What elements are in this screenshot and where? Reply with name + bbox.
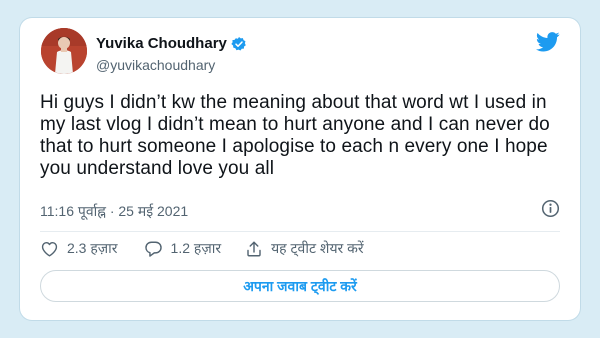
author-handle[interactable]: @yuvikachoudhary — [96, 57, 215, 73]
tweet-card: Yuvika Choudhary @yuvikachoudhary Hi guy… — [20, 18, 580, 320]
heart-icon — [40, 240, 59, 257]
share-icon — [245, 240, 263, 258]
tweet-reply-button[interactable]: अपना जवाब ट्वीट करें — [40, 270, 560, 302]
share-button[interactable]: यह ट्वीट शेयर करें — [245, 239, 364, 258]
author-name[interactable]: Yuvika Choudhary — [96, 35, 227, 52]
verified-badge-icon — [231, 36, 247, 52]
share-label: यह ट्वीट शेयर करें — [271, 240, 364, 256]
divider — [40, 231, 560, 232]
reply-count: 1.2 हज़ार — [170, 240, 222, 256]
tweet-text: Hi guys I didn’t kw the meaning about th… — [40, 92, 550, 179]
like-button[interactable]: 2.3 हज़ार — [40, 239, 118, 258]
like-count: 2.3 हज़ार — [67, 240, 118, 256]
reply-button[interactable]: 1.2 हज़ार — [144, 239, 222, 258]
avatar[interactable] — [41, 28, 87, 74]
twitter-bird-icon[interactable] — [535, 32, 560, 52]
speech-bubble-icon — [144, 240, 163, 258]
tweet-timestamp[interactable]: 11:16 पूर्वाह्न · 25 मई 2021 — [40, 202, 188, 221]
info-icon[interactable] — [541, 199, 560, 218]
